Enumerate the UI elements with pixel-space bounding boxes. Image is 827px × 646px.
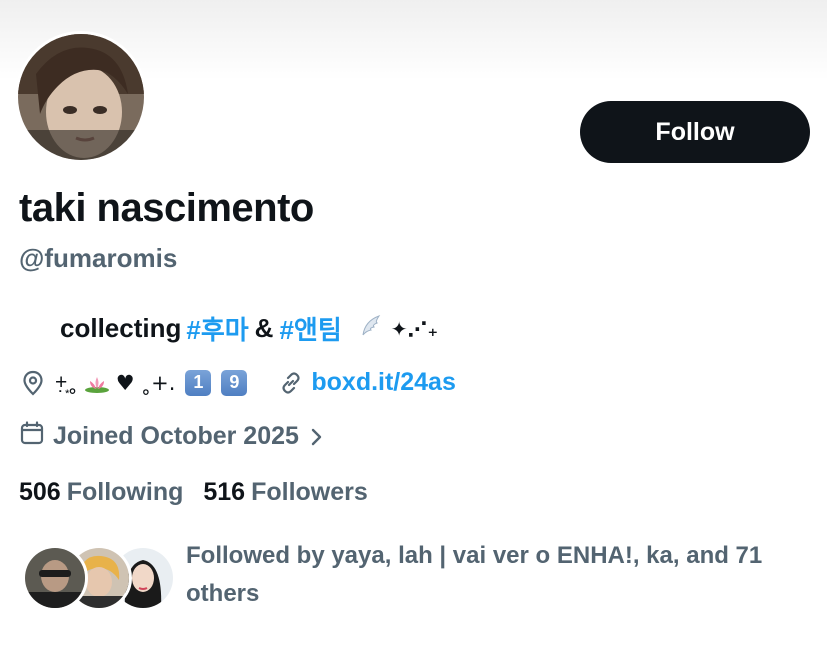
link-icon <box>277 369 305 397</box>
profile-handle: @fumaromis <box>19 243 178 273</box>
keycap-one: 1 <box>185 369 212 396</box>
profile-website[interactable]: boxd.it/24as <box>277 368 456 397</box>
follow-stats: 506 Following 516 Followers <box>19 478 368 507</box>
keycap-nine: 9 <box>221 369 248 396</box>
location-heart: ♥ <box>115 370 135 395</box>
followed-by-avatars[interactable] <box>22 545 176 611</box>
followers-label: Followers <box>251 478 368 506</box>
follower-avatar <box>22 545 88 611</box>
following-stat[interactable]: 506 Following <box>19 478 183 507</box>
follow-button[interactable]: Follow <box>580 101 810 163</box>
profile-bio: collecting #후마 & #앤팀 ✦⋰₊ <box>60 310 438 347</box>
profile-meta-row: +̣͙˳ ♥ ˳+. 1 9 boxd.it/24as <box>19 368 456 397</box>
location-pin-icon <box>19 369 47 397</box>
joined-date-text: Joined October 2025 <box>53 422 299 450</box>
bio-text: collecting <box>60 313 182 343</box>
bio-hashtag-huma[interactable]: #후마 <box>186 310 248 347</box>
location-text-part2: ˳+. <box>140 370 176 395</box>
location-text-part1: +̣͙˳ <box>55 370 78 394</box>
profile-location: +̣͙˳ ♥ ˳+. 1 9 <box>55 369 248 396</box>
website-link[interactable]: boxd.it/24as <box>311 368 456 397</box>
joined-date-row[interactable]: Joined October 2025 <box>19 420 325 453</box>
wing-emoji-icon <box>359 313 385 345</box>
bio-hashtag-andteam[interactable]: #앤팀 <box>279 310 341 347</box>
calendar-icon <box>19 420 45 453</box>
followers-count: 516 <box>203 478 246 506</box>
sparkle-icon: ✦⋰₊ <box>390 316 439 341</box>
followers-stat[interactable]: 516 Followers <box>203 478 367 507</box>
lotus-emoji-icon <box>84 374 110 393</box>
profile-avatar[interactable] <box>15 31 147 163</box>
avatar-photo <box>18 34 144 160</box>
following-label: Following <box>66 478 184 506</box>
chevron-right-icon <box>309 426 325 448</box>
followed-by-text[interactable]: Followed by yaya, lah | vai ver o ENHA!,… <box>186 537 816 613</box>
bio-ampersand: & <box>254 313 274 343</box>
following-count: 506 <box>19 478 61 506</box>
display-name: taki nascimento <box>19 186 314 230</box>
